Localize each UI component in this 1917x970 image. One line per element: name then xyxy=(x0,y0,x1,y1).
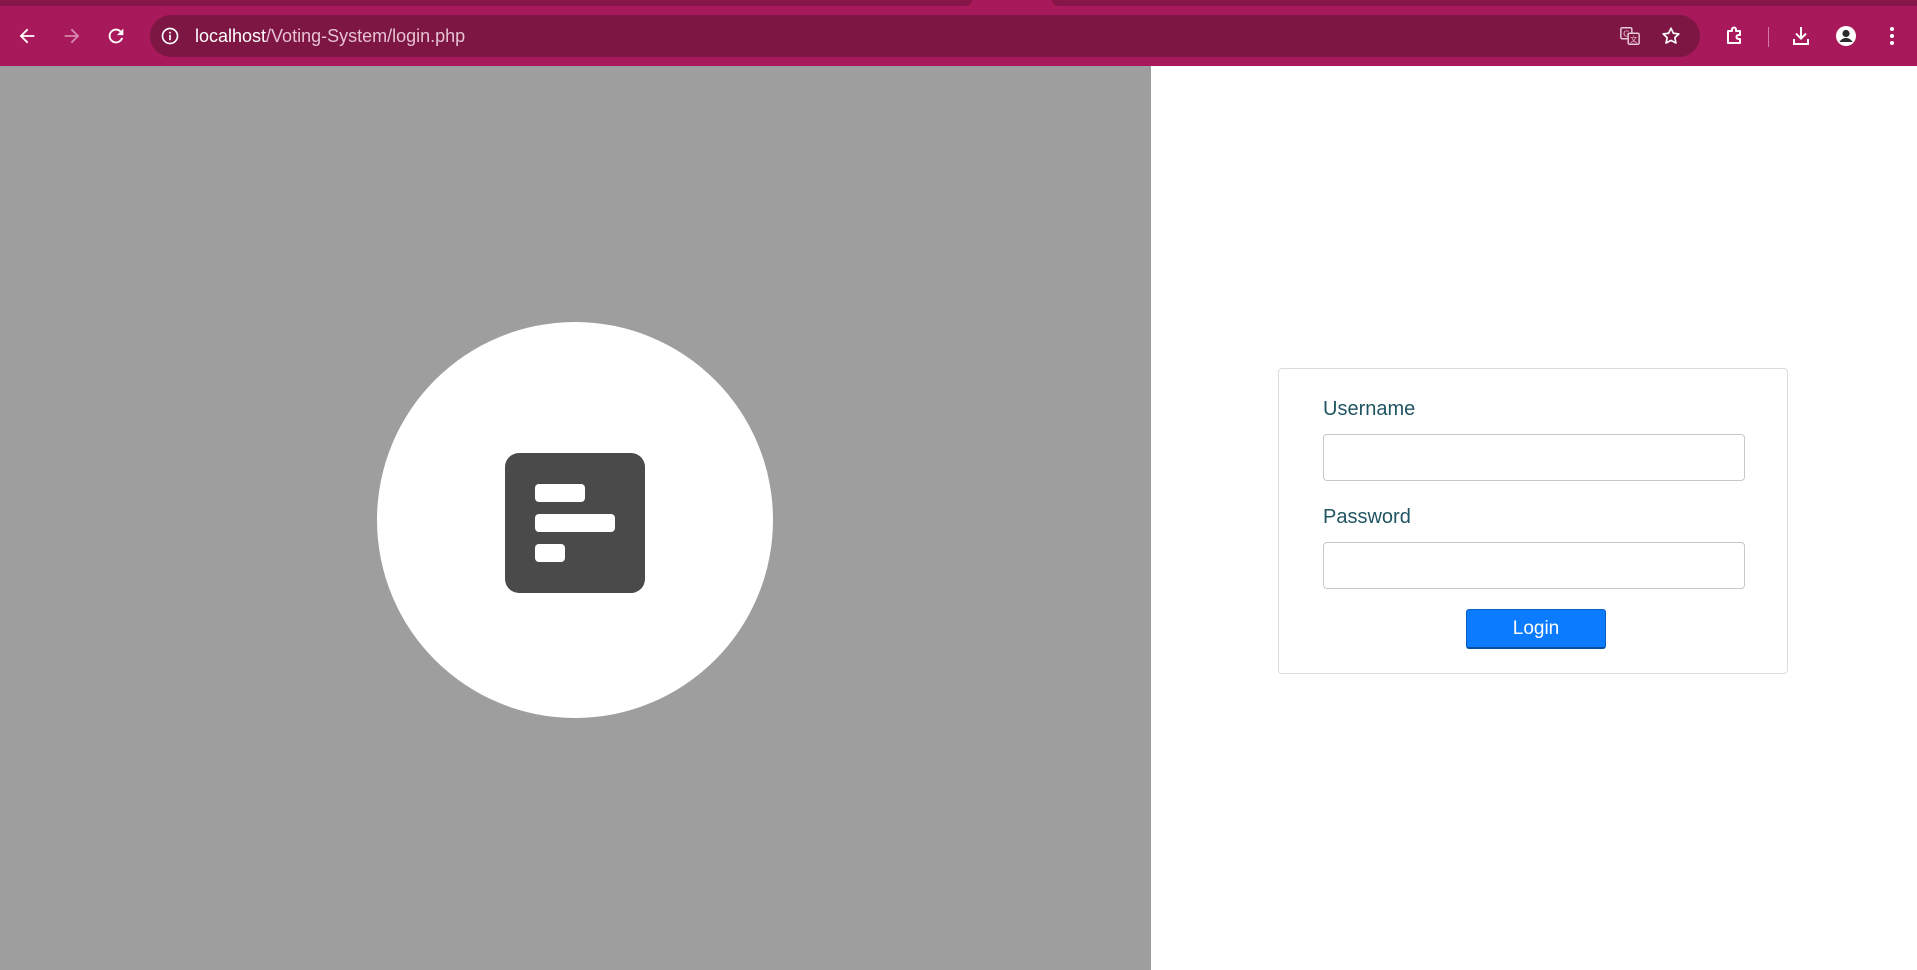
logo-bar-small xyxy=(535,544,565,562)
tab-strip xyxy=(0,0,1917,7)
login-panel: Username Password Login xyxy=(1151,66,1917,970)
page-content: Username Password Login xyxy=(0,66,1917,970)
logo-circle xyxy=(377,322,773,718)
kebab-menu-icon[interactable] xyxy=(1880,24,1904,48)
info-icon[interactable] xyxy=(160,26,180,46)
browser-chrome: localhost/Voting-System/login.php G 文 xyxy=(0,0,1917,66)
browser-window: localhost/Voting-System/login.php G 文 Us… xyxy=(0,0,1917,970)
username-label: Username xyxy=(1323,398,1416,420)
arrow-left-icon xyxy=(19,28,35,44)
profile-icon[interactable] xyxy=(1834,24,1858,48)
form-lines-icon xyxy=(505,453,645,593)
logo-bar-long xyxy=(535,514,615,532)
brand-panel xyxy=(0,66,1151,970)
address-bar[interactable]: localhost/Voting-System/login.php G 文 xyxy=(150,15,1700,57)
toolbar-divider xyxy=(1768,27,1769,47)
browser-toolbar: localhost/Voting-System/login.php G 文 xyxy=(0,7,1917,66)
svg-text:文: 文 xyxy=(1630,35,1638,44)
reload-icon xyxy=(108,28,124,44)
download-icon[interactable] xyxy=(1789,24,1813,48)
logo-bar-short xyxy=(535,484,585,502)
tab-strip-right[interactable] xyxy=(1052,0,1917,6)
url-text[interactable]: localhost/Voting-System/login.php xyxy=(195,25,465,47)
puzzle-icon[interactable] xyxy=(1723,24,1747,48)
back-button[interactable] xyxy=(13,22,41,50)
star-icon[interactable] xyxy=(1660,25,1682,47)
forward-button[interactable] xyxy=(58,22,86,50)
password-input[interactable] xyxy=(1323,542,1745,589)
password-label: Password xyxy=(1323,506,1411,528)
url-host: localhost xyxy=(195,26,267,46)
login-button[interactable]: Login xyxy=(1466,609,1606,649)
translate-icon[interactable]: G 文 xyxy=(1619,25,1641,47)
login-form: Username Password Login xyxy=(1278,368,1788,674)
username-input[interactable] xyxy=(1323,434,1745,481)
arrow-right-icon xyxy=(64,28,80,44)
tab-strip-left[interactable] xyxy=(0,0,972,6)
reload-button[interactable] xyxy=(102,22,130,50)
url-path: /Voting-System/login.php xyxy=(266,26,466,46)
